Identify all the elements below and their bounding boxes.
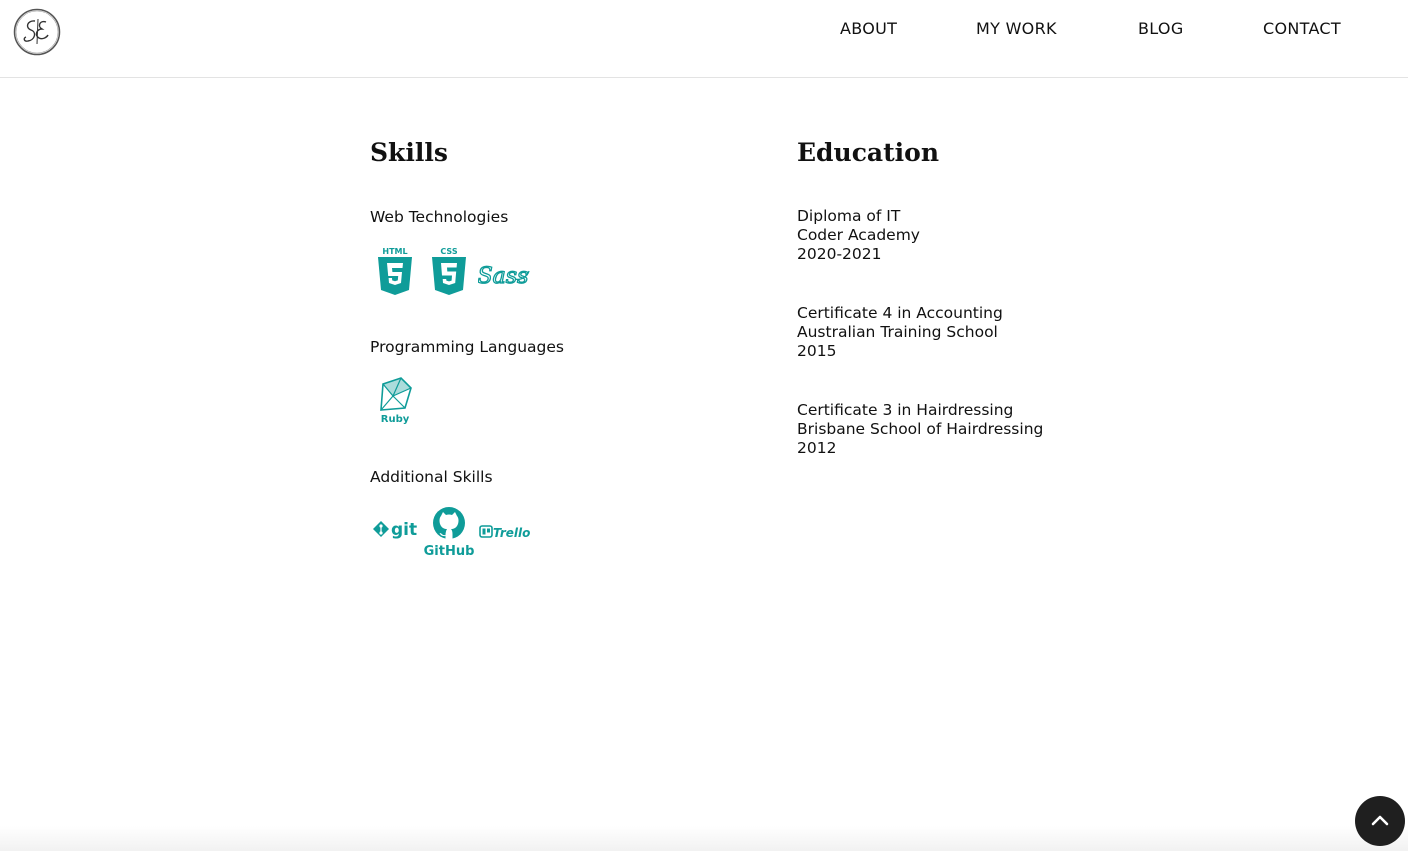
git-icon-label: git: [391, 520, 417, 540]
education-entry: Certificate 3 in Hairdressing Brisbane S…: [797, 401, 1043, 458]
sass-icon-label: Sass: [478, 264, 528, 289]
trello-icon: Trello: [479, 525, 530, 540]
ruby-icon-label: Ruby: [381, 414, 410, 425]
education-school: Coder Academy: [797, 226, 920, 244]
trello-icon-label: Trello: [493, 526, 530, 540]
nav-link-my-work[interactable]: MY WORK: [976, 19, 1057, 38]
web-technologies-heading: Web Technologies: [370, 208, 509, 226]
additional-skills-heading: Additional Skills: [370, 468, 493, 486]
ruby-icon: Ruby: [380, 377, 412, 425]
top-navigation-bar: ABOUT MY WORK BLOG CONTACT: [0, 0, 1408, 78]
sass-icon: Sass: [478, 263, 530, 290]
education-years: 2020-2021: [797, 245, 882, 263]
github-icon: GitHub: [424, 507, 475, 558]
education-course: Certificate 4 in Accounting: [797, 304, 1003, 322]
education-course: Diploma of IT: [797, 207, 901, 225]
education-school: Australian Training School: [797, 323, 998, 341]
css-icon-label: CSS: [440, 247, 457, 256]
nav-link-about[interactable]: ABOUT: [840, 19, 897, 38]
github-icon-label: GitHub: [424, 544, 475, 558]
chevron-up-icon: [1371, 815, 1389, 826]
additional-skills-icons: git GitHub Trello: [370, 506, 540, 558]
education-years: 2012: [797, 439, 837, 457]
web-technologies-icons: HTML CSS Sass: [370, 245, 540, 297]
footer-fade: [0, 826, 1408, 851]
education-course: Certificate 3 in Hairdressing: [797, 401, 1014, 419]
signature-logo-icon[interactable]: [13, 8, 61, 56]
education-school: Brisbane School of Hairdressing: [797, 420, 1044, 438]
education-entry: Certificate 4 in Accounting Australian T…: [797, 304, 1003, 361]
back-to-top-button[interactable]: [1355, 796, 1405, 846]
education-entry: Diploma of IT Coder Academy 2020-2021: [797, 207, 920, 264]
skills-heading: Skills: [370, 138, 448, 167]
html-icon-label: HTML: [382, 247, 407, 256]
nav-link-blog[interactable]: BLOG: [1138, 19, 1184, 38]
css3-icon: CSS: [432, 247, 466, 295]
programming-languages-icons: Ruby: [370, 376, 430, 428]
education-heading: Education: [797, 138, 940, 167]
nav-link-contact[interactable]: CONTACT: [1263, 19, 1341, 38]
programming-languages-heading: Programming Languages: [370, 338, 564, 356]
html5-icon: HTML: [378, 247, 412, 295]
education-years: 2015: [797, 342, 837, 360]
git-icon: git: [373, 520, 417, 540]
